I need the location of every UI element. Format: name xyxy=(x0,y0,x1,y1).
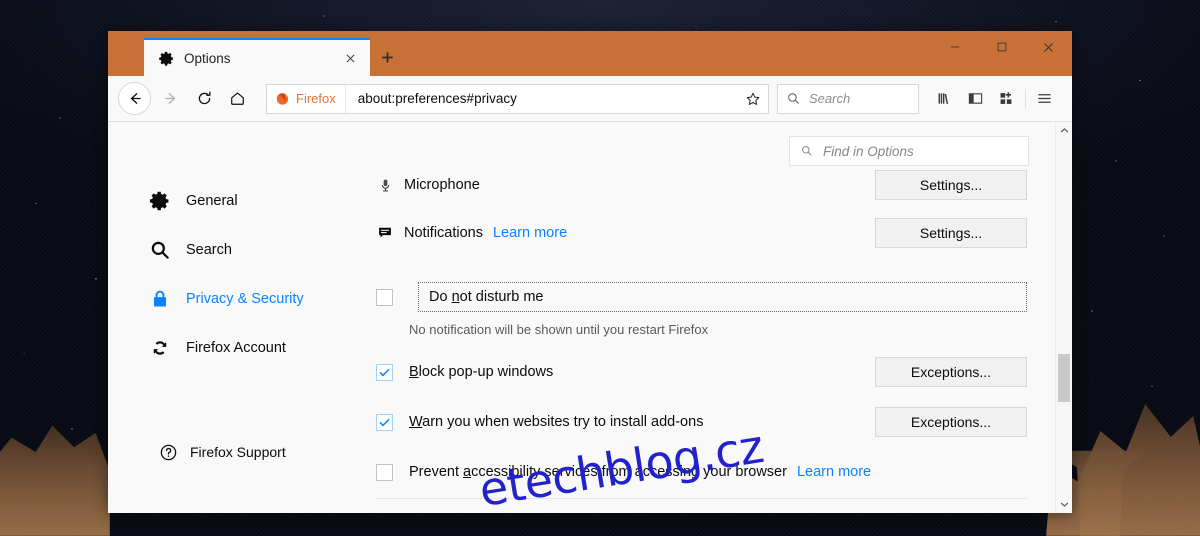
checkmark-icon xyxy=(379,418,390,426)
scroll-up-arrow-icon[interactable] xyxy=(1056,122,1072,139)
notifications-settings-button[interactable]: Settings... xyxy=(875,218,1027,248)
find-in-options-input[interactable]: Find in Options xyxy=(789,136,1029,166)
button-label: Settings... xyxy=(919,225,983,241)
search-icon xyxy=(802,146,812,156)
sidebar-item-label: Firefox Support xyxy=(190,444,286,460)
new-tab-button[interactable] xyxy=(370,38,404,76)
button-label: Exceptions... xyxy=(910,364,992,380)
learn-more-link[interactable]: Learn more xyxy=(797,464,871,480)
reload-button[interactable] xyxy=(188,82,221,115)
rock-formation-left xyxy=(0,425,110,536)
sidebar-item-general[interactable]: General xyxy=(148,184,358,217)
gear-icon xyxy=(148,189,172,213)
maximize-button[interactable] xyxy=(978,31,1025,63)
bookmark-star-icon[interactable] xyxy=(738,85,768,113)
warn-addons-exceptions-button[interactable]: Exceptions... xyxy=(875,407,1027,437)
do-not-disturb-focus-ring[interactable]: Do not disturb me xyxy=(418,282,1027,312)
close-icon[interactable] xyxy=(340,48,360,68)
tab-options[interactable]: Options xyxy=(144,38,370,76)
do-not-disturb-note: No notification will be shown until you … xyxy=(409,322,709,337)
url-text[interactable]: about:preferences#privacy xyxy=(346,91,738,106)
checkbox-label: Warn you when websites try to install ad… xyxy=(409,414,704,430)
addons-icon[interactable] xyxy=(991,83,1022,114)
accel-key: W xyxy=(409,414,423,430)
button-label: Exceptions... xyxy=(910,414,992,430)
microphone-settings-button[interactable]: Settings... xyxy=(875,170,1027,200)
permission-row-microphone: Microphone Settings... xyxy=(376,170,1027,200)
sidebar-item-label: General xyxy=(186,192,238,209)
sidebar-item-privacy-security[interactable]: Privacy & Security xyxy=(148,282,358,315)
gear-icon xyxy=(158,50,175,67)
back-button[interactable] xyxy=(118,82,151,115)
hamburger-icon[interactable] xyxy=(1029,83,1060,114)
notification-icon xyxy=(376,224,394,242)
firefox-logo-icon xyxy=(276,93,289,105)
checkmark-icon xyxy=(379,368,390,376)
tab-bar: Options xyxy=(108,31,1072,76)
search-icon xyxy=(788,93,799,104)
search-placeholder: Search xyxy=(809,91,851,106)
tab-title: Options xyxy=(184,50,231,66)
permission-row-notifications: Notifications Learn more Settings... xyxy=(376,218,1027,248)
section-divider xyxy=(376,498,1027,499)
accel-key: a xyxy=(463,464,472,480)
checkbox-row-block-popups: Block pop-up windows Exceptions... xyxy=(376,357,1027,387)
button-label: Settings... xyxy=(919,177,983,193)
do-not-disturb-label: Do not disturb me xyxy=(429,289,544,305)
permission-label: Notifications xyxy=(404,225,483,241)
lock-icon xyxy=(148,287,172,311)
preferences-sidebar: General Search Privacy & Security Firefo… xyxy=(148,184,358,460)
sidebar-icon[interactable] xyxy=(960,83,991,114)
sidebar-item-search[interactable]: Search xyxy=(148,233,358,266)
find-in-options-row: Find in Options xyxy=(789,136,1029,166)
navigation-toolbar: Firefox about:preferences#privacy Search xyxy=(108,76,1072,122)
url-bar[interactable]: Firefox about:preferences#privacy xyxy=(266,83,769,114)
content-scrollbar[interactable] xyxy=(1055,122,1072,513)
accel-key: n xyxy=(451,289,460,305)
firefox-browser-window: Options Firefox about:preferences#privac… xyxy=(108,31,1072,513)
forward-button[interactable] xyxy=(155,82,188,115)
preferences-inner: Find in Options General Search Privacy &… xyxy=(108,122,1055,513)
sync-icon xyxy=(148,336,172,360)
checkbox-row-prevent-accessibility: Prevent accessibility services from acce… xyxy=(376,457,1027,487)
help-icon xyxy=(158,442,178,462)
block-popups-exceptions-button[interactable]: Exceptions... xyxy=(875,357,1027,387)
warn-addons-checkbox[interactable] xyxy=(376,413,393,431)
permission-label: Microphone xyxy=(404,177,480,193)
magnifier-icon xyxy=(148,238,172,262)
sidebar-item-label: Search xyxy=(186,241,232,258)
checkbox-row-warn-addons: Warn you when websites try to install ad… xyxy=(376,407,1027,437)
preferences-main: Microphone Settings... Notifications Lea… xyxy=(376,170,1027,513)
checkbox-label: Block pop-up windows xyxy=(409,364,554,380)
sidebar-item-firefox-support[interactable]: Firefox Support xyxy=(158,442,286,462)
learn-more-link[interactable]: Learn more xyxy=(493,225,567,241)
minimize-button[interactable] xyxy=(931,31,978,63)
permission-label-group: Notifications Learn more xyxy=(376,224,567,242)
toolbar-separator xyxy=(1025,89,1026,108)
accel-key: B xyxy=(409,364,419,380)
microphone-icon xyxy=(376,176,394,194)
do-not-disturb-row: Do not disturb me xyxy=(376,282,1027,312)
toolbar-icons xyxy=(929,83,1060,114)
sidebar-item-firefox-account[interactable]: Firefox Account xyxy=(148,331,358,364)
find-placeholder: Find in Options xyxy=(823,143,914,159)
do-not-disturb-checkbox[interactable] xyxy=(376,288,393,306)
scrollbar-track[interactable] xyxy=(1056,139,1072,513)
home-button[interactable] xyxy=(221,82,254,115)
sidebar-item-label: Privacy & Security xyxy=(186,290,304,307)
search-bar[interactable]: Search xyxy=(777,83,919,114)
window-controls xyxy=(931,31,1072,76)
library-icon[interactable] xyxy=(929,83,960,114)
close-window-button[interactable] xyxy=(1025,31,1072,63)
scrollbar-thumb[interactable] xyxy=(1058,354,1070,402)
identity-box[interactable]: Firefox xyxy=(267,84,346,113)
scroll-down-arrow-icon[interactable] xyxy=(1056,496,1072,513)
preferences-page: Find in Options General Search Privacy &… xyxy=(108,122,1072,513)
identity-label: Firefox xyxy=(296,91,336,106)
prevent-accessibility-checkbox[interactable] xyxy=(376,463,393,481)
permission-label-group: Microphone xyxy=(376,176,480,194)
block-popups-checkbox[interactable] xyxy=(376,363,393,381)
sidebar-item-label: Firefox Account xyxy=(186,339,286,356)
checkbox-label: Prevent accessibility services from acce… xyxy=(409,464,787,480)
